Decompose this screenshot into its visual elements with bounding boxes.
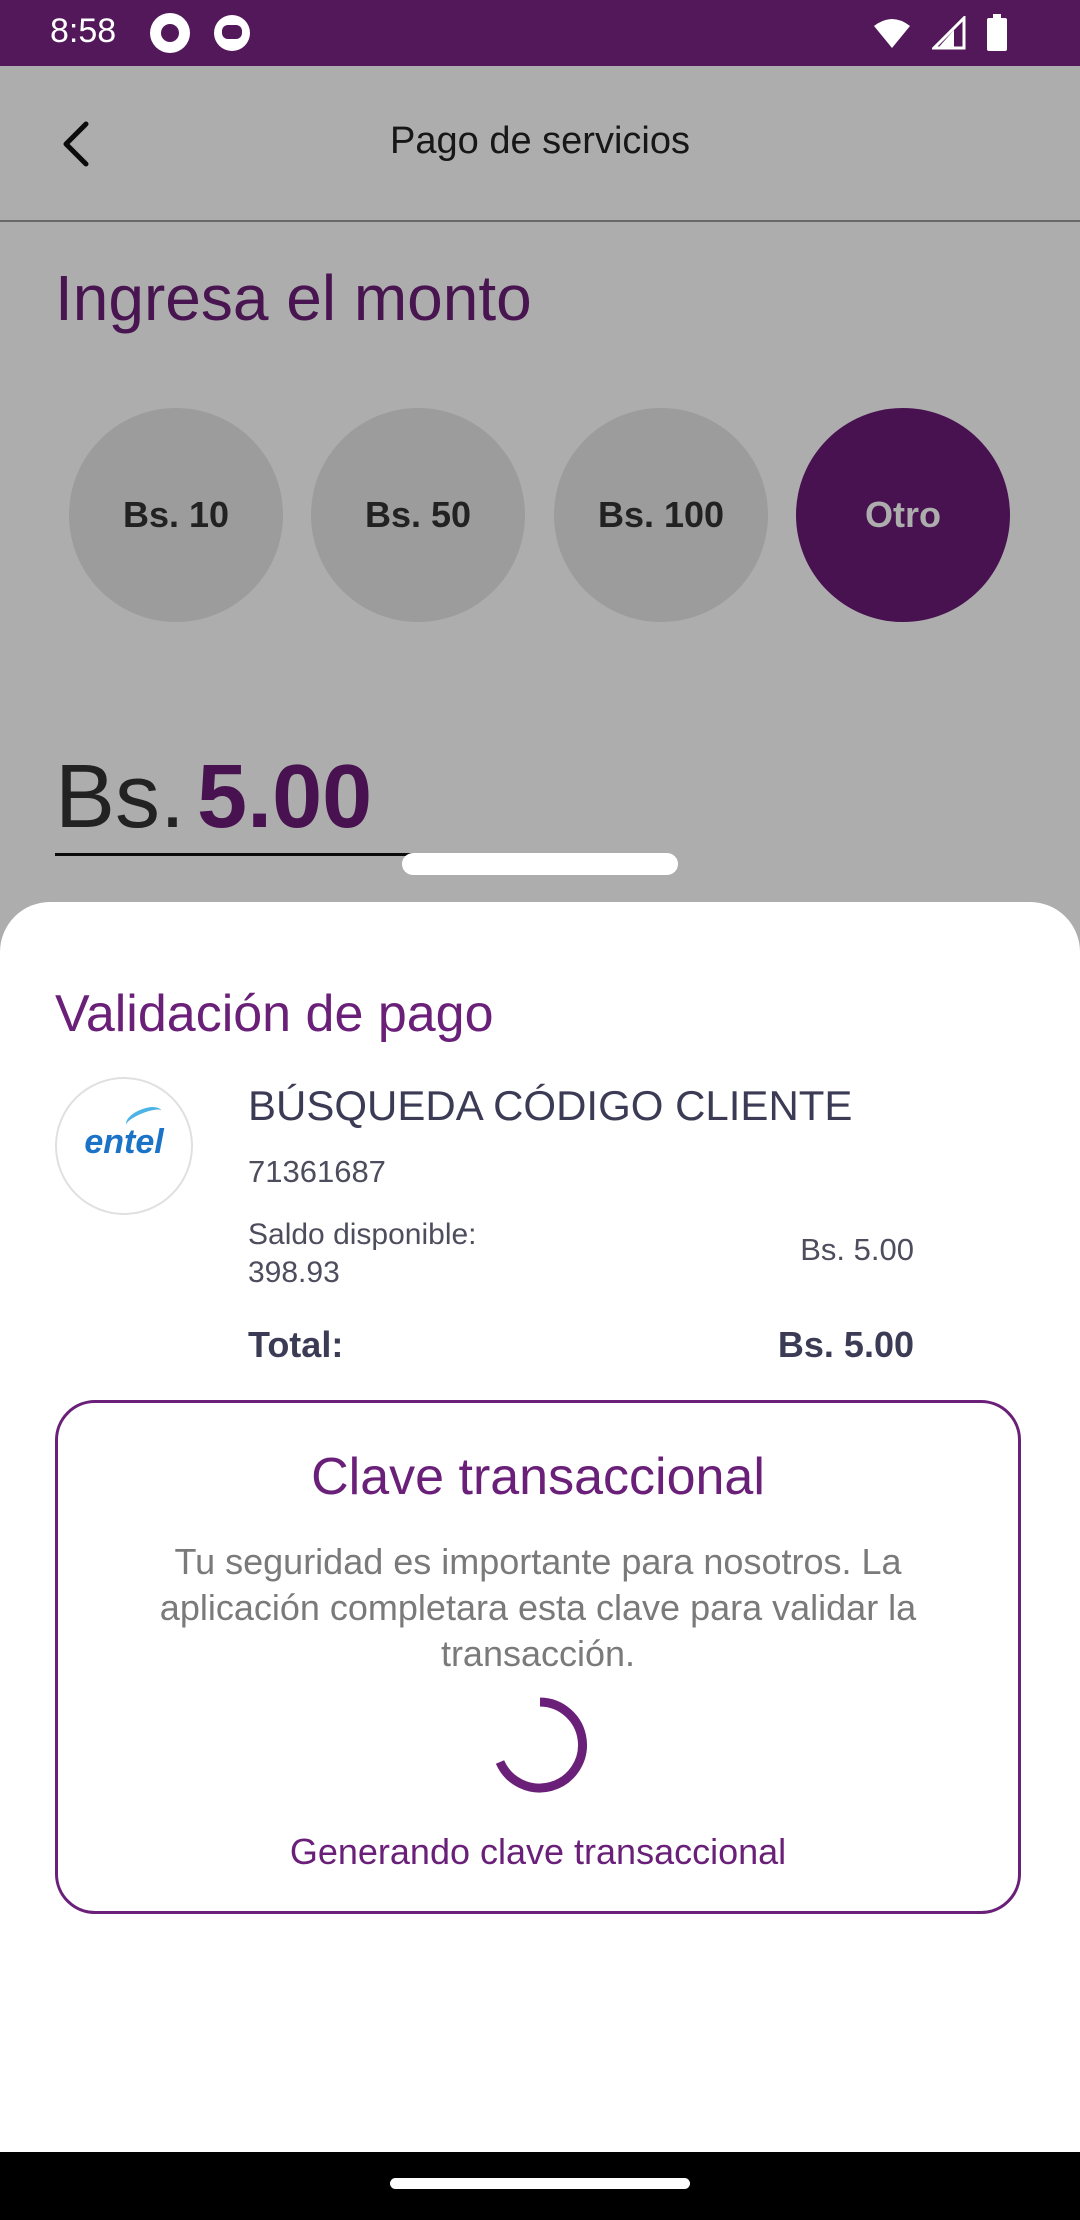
balance-value: 398.93 (248, 1256, 340, 1289)
app-notification-icon (150, 13, 190, 53)
service-name: BÚSQUEDA CÓDIGO CLIENTE (248, 1082, 853, 1129)
key-card-description: Tu seguridad es importante para nosotros… (159, 1541, 917, 1674)
home-gesture-pill[interactable] (390, 2178, 690, 2189)
key-generation-status: Generando clave transaccional (289, 1831, 787, 1872)
entel-logo: entel (55, 1077, 193, 1215)
sheet-title: Validación de pago (55, 985, 494, 1043)
status-time: 8:58 (50, 12, 117, 50)
sheet-drag-handle[interactable] (402, 853, 678, 875)
system-icons (872, 14, 1008, 52)
total-amount: Bs. 5.00 (777, 1324, 914, 1365)
cat-notification-icon (214, 15, 250, 51)
wifi-icon (874, 19, 910, 48)
balance-block: Saldo disponible: 398.93 (248, 1216, 477, 1292)
client-code: 71361687 (248, 1154, 386, 1189)
status-bar: 8:58 (0, 0, 1080, 66)
payment-validation-sheet: Validación de pago entel BÚSQUEDA CÓDIGO… (0, 902, 1080, 2152)
transaction-key-card: Clave transaccional Tu seguridad es impo… (55, 1400, 1021, 1914)
system-nav-bar (0, 2152, 1080, 2220)
total-label: Total: (248, 1324, 344, 1365)
signal-icon (932, 16, 966, 50)
loading-spinner-icon (495, 1697, 587, 1793)
battery-icon (987, 14, 1007, 51)
balance-label: Saldo disponible: (248, 1218, 477, 1251)
key-card-title: Clave transaccional (311, 1448, 765, 1506)
logo-text: entel (84, 1123, 164, 1161)
payment-amount: Bs. 5.00 (800, 1232, 914, 1267)
